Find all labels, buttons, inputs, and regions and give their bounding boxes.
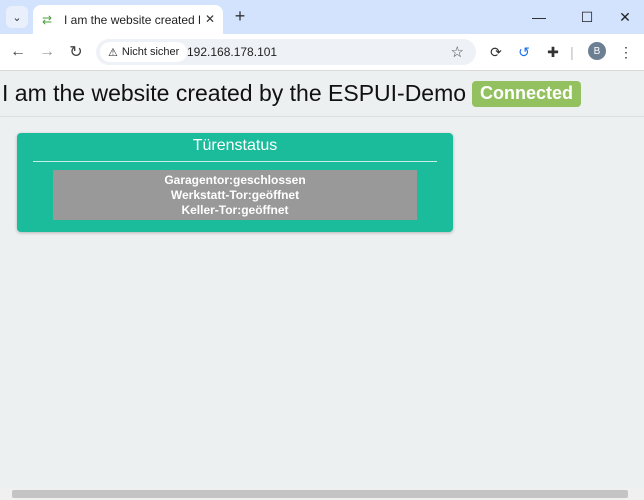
arrow-left-icon: ← [10, 43, 26, 60]
chevron-down-icon: ⌄ [12, 11, 22, 24]
address-bar[interactable]: ⚠ Nicht sicher 192.168.178.101 ☆ [96, 39, 476, 65]
minimize-button[interactable]: — [518, 0, 560, 34]
profile-avatar[interactable]: B [588, 42, 606, 60]
browser-toolbar: ← → ↻ ⚠ Nicht sicher 192.168.178.101 ☆ ⟳… [0, 34, 644, 71]
tab-search-button[interactable]: ⌄ [6, 6, 28, 28]
security-chip[interactable]: ⚠ Nicht sicher [100, 42, 188, 62]
status-line-cellar: Keller-Tor:geöffnet [181, 202, 289, 217]
card-title: Türenstatus [192, 137, 278, 154]
status-badge: Connected [472, 80, 582, 107]
status-line-workshop: Werkstatt-Tor:geöffnet [170, 187, 300, 202]
more-vertical-icon: ⋮ [619, 43, 633, 60]
status-label: Garagentor:geschlossen Werkstatt-Tor:geö… [53, 170, 417, 220]
warning-icon: ⚠ [108, 46, 118, 59]
page-header: I am the website created by the ESPUI-De… [0, 71, 644, 117]
reload-button[interactable]: ↻ [64, 40, 88, 64]
reload-icon: ↻ [69, 44, 83, 61]
maximize-icon: ☐ [580, 8, 594, 25]
horizontal-scrollbar[interactable] [0, 488, 644, 500]
page-title: I am the website created by the ESPUI-De… [2, 80, 467, 106]
close-icon: ✕ [619, 8, 631, 25]
sync-icon: ⟳ [490, 43, 502, 60]
maximize-button[interactable]: ☐ [566, 0, 608, 34]
sync-extension-button[interactable]: ⟳ [486, 42, 506, 62]
page-content: I am the website created by the ESPUI-De… [0, 71, 644, 488]
status-line-garage: Garagentor:geschlossen [164, 172, 306, 187]
scrollbar-thumb[interactable] [12, 490, 628, 498]
tab-strip: ⌄ ⇄ I am the website created by the ESPU… [0, 0, 644, 34]
forward-button[interactable]: → [35, 40, 59, 64]
close-window-button[interactable]: ✕ [604, 0, 644, 34]
extension-button[interactable]: ↺ [514, 42, 534, 62]
url-text[interactable]: 192.168.178.101 [187, 45, 277, 59]
door-status-card: Türenstatus Garagentor:geschlossen Werks… [17, 133, 453, 232]
menu-button[interactable]: ⋮ [616, 42, 636, 62]
refresh-circle-icon: ↺ [518, 43, 530, 60]
close-icon[interactable]: ✕ [205, 12, 215, 26]
puzzle-icon: ✚ [547, 43, 559, 60]
extensions-button[interactable]: ✚ [543, 42, 563, 62]
arrow-right-icon: → [39, 43, 55, 60]
minimize-icon: — [532, 9, 546, 25]
browser-tab[interactable]: ⇄ I am the website created by the ESPUI-… [33, 5, 223, 34]
star-icon[interactable]: ☆ [451, 43, 464, 61]
toolbar-divider: | [570, 44, 574, 60]
card-divider [33, 161, 437, 162]
security-label: Nicht sicher [121, 46, 180, 58]
arrows-swap-icon: ⇄ [42, 12, 53, 27]
tab-title: I am the website created by the ESPUI-De… [64, 12, 200, 27]
new-tab-button[interactable]: + [229, 6, 251, 28]
back-button[interactable]: ← [6, 40, 30, 64]
